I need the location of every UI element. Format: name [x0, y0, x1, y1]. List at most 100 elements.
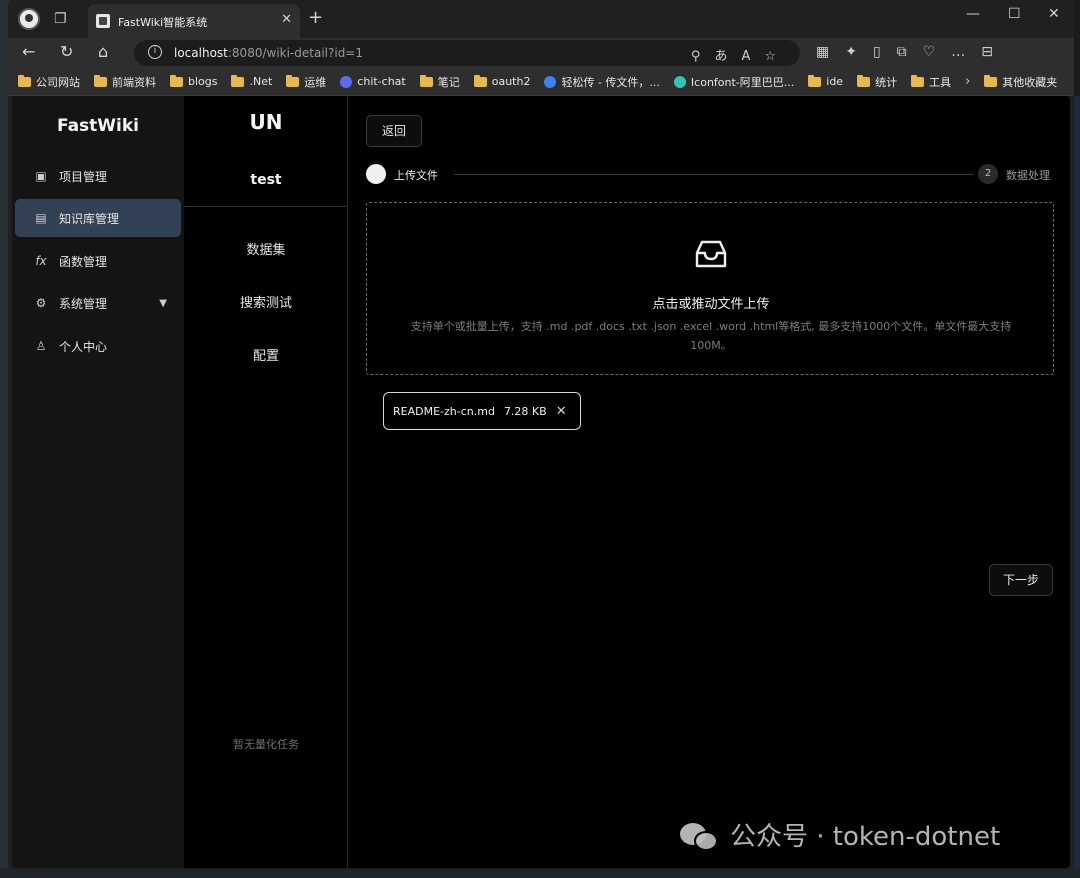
watermark: 公众号 · token-dotnet [680, 816, 1000, 853]
bookmark-item[interactable]: .Net [231, 74, 273, 88]
function-icon: fx [35, 254, 47, 268]
uploaded-file-chip: README-zh-cn.md 7.28 KB ✕ [383, 392, 581, 430]
sidebar-item-label: 知识库管理 [59, 211, 120, 226]
bookmark-label: blogs [188, 75, 218, 88]
bookmark-label: 运维 [304, 75, 327, 89]
wechat-icon [680, 819, 720, 851]
project-icon: ▣ [35, 169, 47, 183]
remove-file-icon[interactable]: ✕ [556, 404, 567, 419]
step-connector [454, 174, 974, 175]
bookmark-item[interactable]: 笔记 [419, 74, 460, 90]
address-bar-row: ← ↻ ⌂ i localhost:8080/wiki-detail?id=1 … [8, 38, 1074, 68]
back-arrow-icon[interactable]: ← [22, 42, 35, 62]
watermark-text: 公众号 · token-dotnet [730, 822, 1001, 852]
tab-favicon-icon [96, 14, 110, 28]
bookmark-label: 统计 [875, 75, 898, 89]
bookmark-item[interactable]: Iconfont-阿里巴巴... [673, 74, 795, 90]
bookmark-item[interactable]: blogs [170, 74, 218, 88]
site-info-icon[interactable]: i [148, 45, 162, 59]
home-icon[interactable]: ⌂ [98, 42, 108, 62]
wiki-nav-search-test[interactable]: 搜索测试 [184, 292, 348, 311]
folder-icon [857, 74, 871, 87]
chit-chat-icon [340, 75, 353, 88]
new-tab-icon[interactable]: + [308, 8, 323, 28]
sidebar-item-system[interactable]: ⚙ 系统管理 ▼ [15, 284, 181, 322]
sidebar-item-knowledge-base[interactable]: ▤ 知识库管理 [15, 199, 181, 237]
bookmark-label: 公司网站 [36, 75, 80, 89]
divider [184, 206, 348, 207]
chevron-down-icon: ▼ [159, 297, 167, 309]
bookmark-item[interactable]: 运维 [286, 74, 326, 90]
folder-icon [984, 74, 998, 87]
file-name: README-zh-cn.md [393, 404, 495, 418]
gear-icon: ⚙ [35, 296, 47, 310]
bookmark-item[interactable]: 前端资料 [94, 74, 156, 90]
tab-close-icon[interactable]: ✕ [281, 12, 292, 27]
brand-title: FastWiki [56, 116, 140, 136]
sidebar: FastWiki ▣ 项目管理 ▤ 知识库管理 fx 函数管理 ⚙ 系统管理 ▼… [12, 96, 184, 868]
tab-title: FastWiki智能系统 [118, 16, 208, 29]
step-1-indicator [366, 164, 386, 184]
sidebar-item-label: 函数管理 [59, 254, 108, 269]
empty-tasks-text: 暂无量化任务 [233, 738, 299, 751]
bookmark-label: 笔记 [437, 75, 460, 89]
browser-tab[interactable]: FastWiki智能系统 ✕ [88, 4, 300, 38]
folder-icon [94, 74, 107, 87]
folder-icon [419, 74, 433, 87]
refresh-icon[interactable]: ↻ [60, 42, 73, 62]
bookmark-item[interactable]: chit-chat [340, 75, 406, 88]
app-content: FastWiki ▣ 项目管理 ▤ 知识库管理 fx 函数管理 ⚙ 系统管理 ▼… [12, 96, 1070, 868]
bookmark-label: 其他收藏夹 [1002, 75, 1058, 89]
next-step-button[interactable]: 下一步 [989, 564, 1053, 596]
url-text[interactable]: localhost:8080/wiki-detail?id=1 [174, 46, 363, 60]
bookmark-item[interactable]: 工具 [911, 74, 951, 90]
bookmark-label: oauth2 [491, 75, 531, 88]
url-path: :8080/wiki-detail?id=1 [227, 46, 363, 60]
step-2-indicator: 2 [978, 164, 998, 184]
wiki-panel: UN test 数据集 搜索测试 配置 暂无量化任务 [184, 96, 348, 868]
other-bookmarks[interactable]: 其他收藏夹 [984, 74, 1057, 90]
file-size: 7.28 KB [503, 404, 547, 418]
folder-icon [911, 74, 925, 87]
minimize-icon[interactable]: — [966, 6, 980, 22]
bookmark-item[interactable]: 统计 [857, 74, 897, 90]
bookmark-label: 工具 [929, 75, 952, 89]
bookmark-label: .Net [249, 75, 273, 88]
browser-toolbar-icons[interactable]: ▦✦▯⧉♡…⊟ [816, 44, 1009, 60]
wiki-nav-dataset[interactable]: 数据集 [184, 239, 348, 258]
workspaces-icon[interactable]: ❐ [54, 11, 70, 27]
sidebar-item-projects[interactable]: ▣ 项目管理 [15, 157, 181, 195]
bookmarks-bar: 公司网站 前端资料 blogs .Net 运维 chit-chat 笔记 oau… [8, 68, 1074, 96]
wiki-avatar: UN [249, 110, 283, 134]
browser-window: ❐ FastWiki智能系统 ✕ + — ☐ ✕ ← ↻ ⌂ i localho… [8, 0, 1074, 870]
bookmark-item[interactable]: ide [808, 74, 844, 88]
sidebar-item-label: 系统管理 [59, 296, 108, 311]
bookmark-label: 轻松传 - 传文件，... [561, 75, 660, 89]
address-bar[interactable]: i localhost:8080/wiki-detail?id=1 ⚲あA☆ [134, 40, 800, 66]
bookmark-label: 前端资料 [112, 75, 156, 89]
bookmark-item[interactable]: 公司网站 [18, 74, 80, 90]
upload-dropzone[interactable]: 点击或推动文件上传 支持单个或批量上传，支持 .md .pdf .docs .t… [366, 202, 1054, 375]
address-bar-icons[interactable]: ⚲あA☆ [691, 45, 790, 64]
document-icon: ▤ [35, 211, 47, 225]
profile-avatar-icon[interactable] [18, 8, 40, 30]
bookmark-item[interactable]: 轻松传 - 传文件，... [544, 74, 660, 90]
bookmark-item[interactable]: oauth2 [473, 74, 531, 88]
wiki-nav-settings[interactable]: 配置 [184, 345, 348, 364]
step-1-label: 上传文件 [394, 169, 438, 182]
maximize-icon[interactable]: ☐ [1008, 6, 1021, 22]
bookmark-label: ide [826, 75, 844, 88]
main-panel: 返回 上传文件 2 数据处理 点击或推动文件上传 支持单个或批量上传，支持 .m… [348, 96, 1070, 868]
back-button[interactable]: 返回 [366, 115, 422, 147]
url-host: localhost [174, 46, 228, 60]
tab-bar: ❐ FastWiki智能系统 ✕ + — ☐ ✕ [8, 0, 1074, 38]
chevron-right-icon[interactable]: › [965, 74, 970, 89]
close-window-icon[interactable]: ✕ [1048, 6, 1060, 22]
sidebar-item-functions[interactable]: fx 函数管理 [15, 242, 181, 280]
sidebar-item-label: 项目管理 [59, 169, 108, 184]
bookmark-label: Iconfont-阿里巴巴... [690, 75, 795, 89]
wiki-name: test [250, 172, 282, 188]
folder-icon [808, 74, 822, 87]
user-icon: ♙ [35, 339, 47, 353]
sidebar-item-profile[interactable]: ♙ 个人中心 [15, 327, 181, 365]
